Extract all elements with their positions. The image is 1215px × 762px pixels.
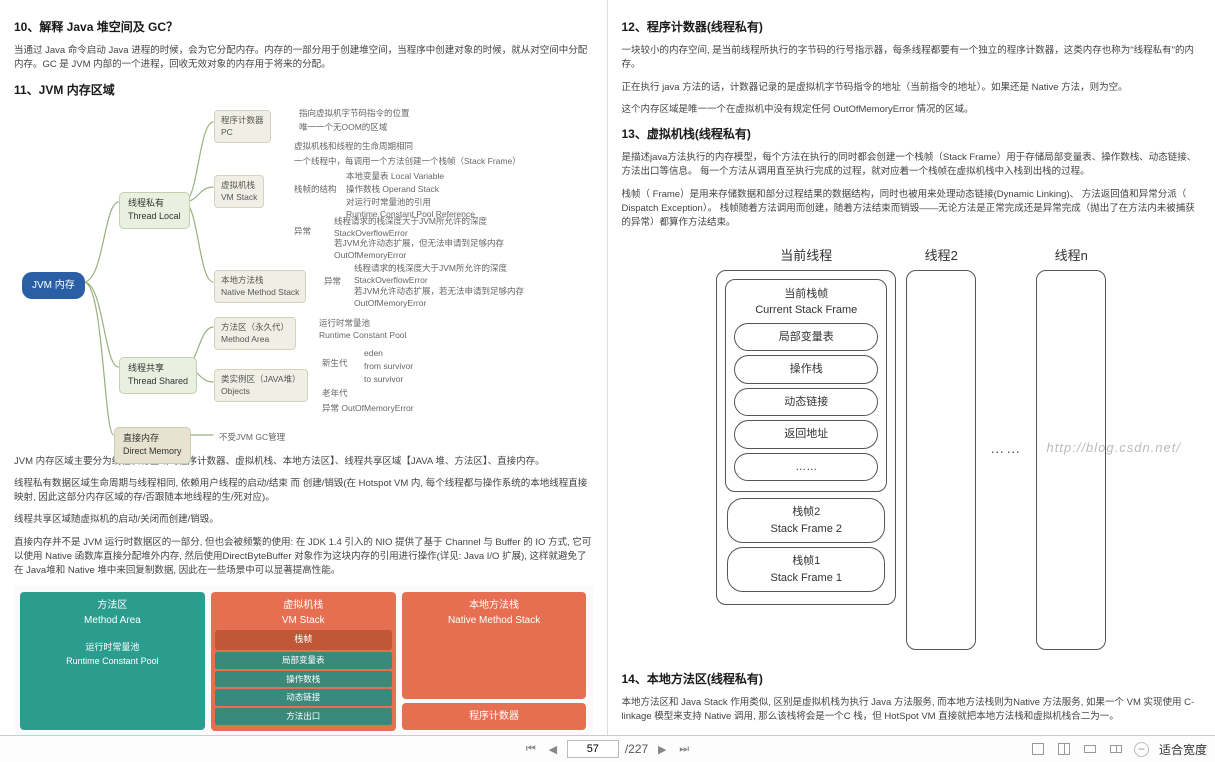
- node-objects: 类实例区（JAVA堆） Objects: [214, 369, 308, 403]
- continuous-view-icon[interactable]: [1082, 741, 1098, 757]
- root-node: JVM 内存: [22, 272, 85, 299]
- leaf-vm-b: 一个线程中，每调用一个方法创建一个栈帧（Stack Frame）: [294, 155, 521, 168]
- paragraph-14: 本地方法区和 Java Stack 作用类似, 区别是虚拟机栈为执行 Java …: [622, 696, 1202, 725]
- leaf-nat-a2: 若JVM允许动态扩展，若无法申请到足够内存 OutOfMemoryError: [354, 285, 524, 311]
- leaf-obj-a3: to survivor: [364, 373, 403, 386]
- paragraph-11d: 直接内存并不是 JVM 运行时数据区的一部分, 但也会被频繁的使用: 在 JDK…: [14, 536, 593, 579]
- heading-10: 10、解释 Java 堆空间及 GC？: [14, 18, 593, 36]
- prev-page-button[interactable]: ◀: [545, 741, 561, 757]
- current-frame-title: 当前栈帧 Current Stack Frame: [732, 286, 880, 319]
- heading-13: 13、虚拟机栈(线程私有): [622, 125, 1202, 143]
- watermark: http://blog.csdn.net/: [1047, 438, 1181, 458]
- current-thread-col: 当前线程 当前栈帧 Current Stack Frame 局部变量表 操作栈 …: [716, 246, 896, 650]
- leaf-ma-a: 运行时常量池 Runtime Constant Pool: [319, 317, 406, 343]
- frame-ops: 操作栈: [734, 355, 878, 384]
- leaf-nat-a: 异常: [324, 275, 341, 288]
- d2-ma-label: 方法区 Method Area: [24, 598, 201, 628]
- d2-pc: 程序计数器: [402, 703, 587, 730]
- leaf-vm-d: 异常: [294, 225, 311, 238]
- frame-2: 栈帧2 Stack Frame 2: [727, 498, 885, 543]
- leaf-dm-a: 不受JVM GC管理: [219, 431, 285, 444]
- node-pc: 程序计数器 PC: [214, 110, 271, 144]
- leaf-vm-c: 栈帧的结构: [294, 183, 337, 196]
- frame-lvt: 局部变量表: [734, 323, 878, 352]
- document-spread: 10、解释 Java 堆空间及 GC？ 当通过 Java 命令启动 Java 进…: [0, 0, 1215, 735]
- leaf-vm-a: 虚拟机栈和线程的生命周期相同: [294, 140, 413, 153]
- frame-1: 栈帧1 Stack Frame 1: [727, 547, 885, 592]
- toolbar-right: − 适合宽度: [1030, 741, 1207, 758]
- leaf-obj-b: 老年代: [322, 387, 348, 400]
- d2-frame: 栈帧: [215, 630, 392, 650]
- page-input[interactable]: [567, 740, 619, 758]
- leaf-pc-a: 指向虚拟机字节码指令的位置: [299, 107, 410, 120]
- last-page-button[interactable]: ⏭: [676, 741, 692, 757]
- leaf-vm-c2: 操作数栈 Operand Stack: [346, 183, 439, 196]
- heading-11: 11、JVM 内存区域: [14, 81, 593, 99]
- node-method-area: 方法区（永久代） Method Area: [214, 317, 296, 351]
- thread-n-box: [1036, 270, 1106, 650]
- d2-dl: 动态链接: [215, 689, 392, 706]
- current-frame: 当前栈帧 Current Stack Frame 局部变量表 操作栈 动态链接 …: [725, 279, 887, 493]
- node-vmstack: 虚拟机栈 VM Stack: [214, 175, 264, 209]
- zoom-mode-label[interactable]: 适合宽度: [1159, 741, 1207, 758]
- leaf-obj-a2: from survivor: [364, 360, 413, 373]
- current-thread-frame: 当前栈帧 Current Stack Frame 局部变量表 操作栈 动态链接 …: [716, 270, 896, 606]
- pdf-toolbar: ⏮ ◀ /227 ▶ ⏭ − 适合宽度: [0, 735, 1215, 762]
- page-right: 12、程序计数器(线程私有) 一块较小的内存空间, 是当前线程所执行的字节码的行…: [608, 0, 1215, 735]
- thread-n-title: 线程n: [1036, 246, 1106, 266]
- thread-2-col: 线程2: [906, 246, 976, 650]
- d2-method-area: 方法区 Method Area 运行时常量池 Runtime Constant …: [20, 592, 205, 730]
- jvm-memory-mindmap: JVM 内存 线程私有 Thread Local 线程共享 Thread Sha…: [14, 107, 593, 447]
- frame-dl: 动态链接: [734, 388, 878, 417]
- paragraph-11a: JVM 内存区域主要分为线程私有区域【程序计数器、虚拟机栈、本地方法区】、线程共…: [14, 455, 593, 469]
- next-page-button[interactable]: ▶: [654, 741, 670, 757]
- first-page-button[interactable]: ⏮: [523, 741, 539, 757]
- thread-2-box: [906, 270, 976, 650]
- single-page-view-icon[interactable]: [1030, 741, 1046, 757]
- paragraph-12b: 正在执行 java 方法的话，计数器记录的是虚拟机字节码指令的地址（当前指令的地…: [622, 81, 1202, 95]
- node-direct-memory: 直接内存 Direct Memory: [114, 427, 191, 464]
- leaf-obj-a1: eden: [364, 347, 383, 360]
- thread-dots: ……: [986, 438, 1026, 459]
- page-total-value: 227: [628, 742, 648, 756]
- paragraph-12c: 这个内存区域是唯一一个在虚拟机中没有规定任何 OutOfMemoryError …: [622, 103, 1202, 117]
- d2-native-stack: 本地方法栈 Native Method Stack: [402, 592, 587, 699]
- two-page-view-icon[interactable]: [1056, 741, 1072, 757]
- paragraph-13a: 是描述java方法执行的内存模型，每个方法在执行的同时都会创建一个栈帧（Stac…: [622, 151, 1202, 180]
- d2-ret: 方法出口: [215, 708, 392, 725]
- current-thread-title: 当前线程: [716, 246, 896, 266]
- stack-frame-diagram: http://blog.csdn.net/ 当前线程 当前栈帧 Current …: [622, 238, 1202, 664]
- paragraph-12a: 一块较小的内存空间, 是当前线程所执行的字节码的行号指示器，每条线程都要有一个独…: [622, 44, 1202, 73]
- leaf-obj-a: 新生代: [322, 357, 348, 370]
- heading-14: 14、本地方法区(线程私有): [622, 670, 1202, 688]
- paragraph-11c: 线程共享区域随虚拟机的启动/关闭而创建/销毁。: [14, 513, 593, 527]
- d2-rcp: 运行时常量池 Runtime Constant Pool: [24, 638, 201, 671]
- paragraph-10: 当通过 Java 命令启动 Java 进程的时候，会为它分配内存。内存的一部分用…: [14, 44, 593, 73]
- continuous-two-view-icon[interactable]: [1108, 741, 1124, 757]
- d2-vm-label: 虚拟机栈 VM Stack: [215, 598, 392, 628]
- leaf-pc-b: 唯一一个无OOM的区域: [299, 121, 387, 134]
- node-native-stack: 本地方法栈 Native Method Stack: [214, 270, 306, 304]
- frame-ret: 返回地址: [734, 420, 878, 449]
- zoom-out-button[interactable]: −: [1134, 742, 1149, 757]
- thread-2-title: 线程2: [906, 246, 976, 266]
- frame-other: ……: [734, 453, 878, 482]
- leaf-obj-c: 异常 OutOfMemoryError: [322, 402, 414, 415]
- d2-ops: 操作数栈: [215, 671, 392, 688]
- leaf-nat-a1: 线程请求的栈深度大于JVM所允许的深度 StackOverflowError: [354, 262, 507, 288]
- paragraph-11b: 线程私有数据区域生命周期与线程相同, 依赖用户线程的启动/结束 而 创建/销毁(…: [14, 477, 593, 506]
- page-left: 10、解释 Java 堆空间及 GC？ 当通过 Java 命令启动 Java 进…: [0, 0, 608, 735]
- leaf-vm-d2: 若JVM允许动态扩展，但无法申请到足够内存 OutOfMemoryError: [334, 237, 504, 263]
- node-thread-local: 线程私有 Thread Local: [119, 192, 190, 229]
- leaf-vm-c1: 本地变量表 Local Variable: [346, 170, 444, 183]
- paragraph-13b: 栈帧（ Frame）是用来存储数据和部分过程结果的数据结构，同时也被用来处理动态…: [622, 188, 1202, 231]
- jvm-blocks-diagram: 方法区 Method Area 运行时常量池 Runtime Constant …: [14, 586, 593, 735]
- node-thread-shared: 线程共享 Thread Shared: [119, 357, 197, 394]
- page-navigator: ⏮ ◀ /227 ▶ ⏭: [523, 740, 692, 758]
- d2-vmstack: 虚拟机栈 VM Stack 栈帧 局部变量表 操作数栈 动态链接 方法出口: [211, 592, 396, 731]
- page-total: /227: [625, 742, 648, 756]
- heading-12: 12、程序计数器(线程私有): [622, 18, 1202, 36]
- d2-lvt: 局部变量表: [215, 652, 392, 669]
